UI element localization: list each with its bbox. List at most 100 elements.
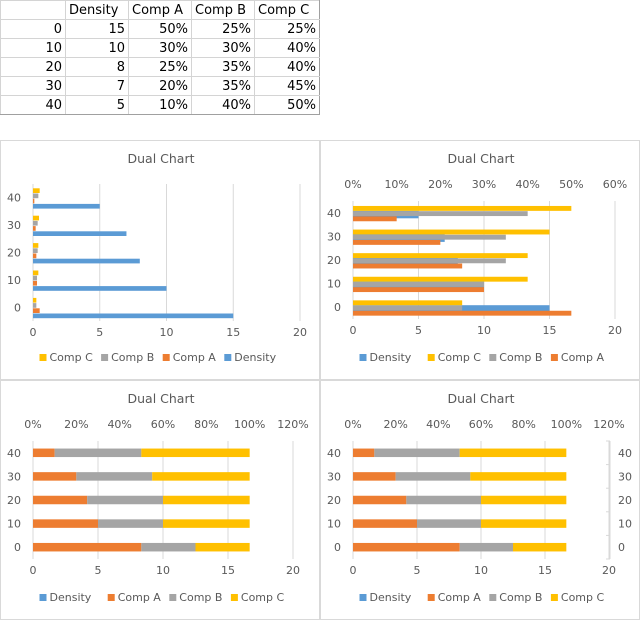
bar-comp-c[interactable]: [353, 253, 528, 259]
table-cell[interactable]: 15: [65, 19, 129, 39]
table-cell[interactable]: 25%: [191, 19, 255, 39]
chart-3-stacked-dual-axis[interactable]: Dual Chart 0 5 10 15 20 0% 20% 40% 60% 80% 100% 120%…: [0, 380, 320, 620]
table-cell[interactable]: 45%: [254, 76, 320, 96]
bar-comp-a[interactable]: [33, 253, 37, 259]
table-cell[interactable]: 7: [65, 76, 129, 96]
legend-item-comp-c[interactable]: Comp C: [550, 591, 605, 604]
legend-item-comp-a[interactable]: Comp A: [550, 351, 605, 364]
table-cell[interactable]: 8: [65, 57, 129, 77]
bar-comp-b[interactable]: [353, 305, 463, 311]
bar-comp-b[interactable]: [353, 211, 528, 217]
table-cell[interactable]: 10%: [128, 95, 192, 115]
legend-item-density[interactable]: Density: [359, 591, 412, 604]
bar-comp-b[interactable]: [374, 448, 460, 458]
bar-comp-c[interactable]: [33, 297, 37, 303]
legend-item-comp-b[interactable]: Comp B: [101, 351, 154, 364]
bar-comp-a[interactable]: [353, 239, 441, 245]
bar-comp-c[interactable]: [459, 448, 567, 458]
bar-comp-a[interactable]: [353, 216, 397, 222]
column-header[interactable]: [0, 0, 66, 20]
bar-comp-c[interactable]: [163, 519, 250, 528]
bar-comp-b[interactable]: [98, 519, 163, 528]
table-cell[interactable]: 40%: [254, 38, 320, 58]
legend-item-comp-a[interactable]: Comp A: [427, 591, 482, 604]
bar-density[interactable]: [33, 203, 100, 209]
bar-comp-b[interactable]: [54, 448, 142, 458]
bar-comp-c[interactable]: [141, 448, 250, 458]
table-cell[interactable]: 50%: [128, 19, 192, 39]
bar-comp-c[interactable]: [353, 229, 550, 235]
bar-comp-b[interactable]: [395, 472, 471, 481]
bar-comp-a[interactable]: [33, 198, 35, 204]
bar-comp-c[interactable]: [353, 205, 572, 211]
bar-comp-c[interactable]: [353, 276, 528, 282]
column-header[interactable]: Comp A: [128, 0, 192, 20]
bar-comp-c[interactable]: [481, 495, 567, 505]
bar-comp-b[interactable]: [33, 220, 38, 226]
legend-item-comp-c[interactable]: Comp C: [427, 351, 482, 364]
bar-comp-c[interactable]: [470, 472, 567, 481]
row-label-cell[interactable]: 20: [0, 57, 66, 77]
bar-density[interactable]: [33, 258, 140, 264]
bar-comp-a[interactable]: [33, 519, 98, 528]
column-header[interactable]: Density: [65, 0, 129, 20]
bar-comp-b[interactable]: [459, 542, 513, 552]
table-cell[interactable]: 50%: [254, 95, 320, 115]
column-header[interactable]: Comp B: [191, 0, 255, 20]
table-cell[interactable]: 25%: [254, 19, 320, 39]
bar-comp-c[interactable]: [33, 215, 40, 221]
bar-comp-b[interactable]: [353, 281, 484, 287]
table-cell[interactable]: 5: [65, 95, 129, 115]
bar-comp-a[interactable]: [33, 280, 38, 286]
bar-comp-a[interactable]: [33, 495, 88, 505]
chart-4-stacked-dual-axis-secondary-y[interactable]: Dual Chart 0 5 10 15 20 0% 20% 40% 60% 80% 100% 120%…: [320, 380, 640, 620]
table-cell[interactable]: 30%: [191, 38, 255, 58]
bar-comp-a[interactable]: [33, 542, 142, 552]
bar-density[interactable]: [33, 286, 167, 291]
legend-item-comp-b[interactable]: Comp B: [489, 591, 542, 604]
table-cell[interactable]: 30%: [128, 38, 192, 58]
legend-item-density[interactable]: Density: [39, 591, 92, 604]
bar-comp-a[interactable]: [33, 226, 36, 231]
table-cell[interactable]: 35%: [191, 76, 255, 96]
legend-item-comp-a[interactable]: Comp A: [162, 351, 217, 364]
table-cell[interactable]: 25%: [128, 57, 192, 77]
bar-comp-a[interactable]: [33, 472, 77, 481]
row-label-cell[interactable]: 10: [0, 38, 66, 58]
bar-comp-b[interactable]: [33, 248, 38, 253]
bar-comp-a[interactable]: [353, 519, 417, 528]
bar-comp-c[interactable]: [481, 519, 567, 528]
legend-item-comp-b[interactable]: Comp B: [169, 591, 222, 604]
bar-comp-a[interactable]: [33, 308, 40, 313]
chart-1-stacked-primary[interactable]: Dual Chart 0 5 10 15 20 0 10 20 30 40 Comp C Comp B C…: [0, 140, 320, 380]
bar-density[interactable]: [33, 313, 234, 319]
bar-comp-a[interactable]: [353, 287, 484, 293]
legend-item-comp-c[interactable]: Comp C: [230, 591, 285, 604]
bar-comp-c[interactable]: [33, 188, 40, 193]
legend-item-comp-b[interactable]: Comp B: [489, 351, 542, 364]
bar-comp-b[interactable]: [33, 303, 37, 308]
legend-item-density[interactable]: Density: [224, 351, 277, 364]
bar-comp-a[interactable]: [353, 263, 463, 269]
bar-comp-b[interactable]: [33, 193, 39, 199]
bar-comp-c[interactable]: [33, 270, 39, 276]
bar-comp-a[interactable]: [33, 448, 55, 458]
bar-comp-c[interactable]: [33, 243, 39, 248]
bar-comp-b[interactable]: [417, 519, 481, 528]
bar-comp-b[interactable]: [76, 472, 153, 481]
bar-comp-a[interactable]: [353, 310, 572, 316]
table-cell[interactable]: 40%: [254, 57, 320, 77]
bar-comp-b[interactable]: [33, 275, 38, 281]
bar-comp-b[interactable]: [353, 258, 506, 264]
bar-comp-a[interactable]: [353, 472, 396, 481]
legend-item-comp-a[interactable]: Comp A: [107, 591, 162, 604]
row-label-cell[interactable]: 40: [0, 95, 66, 115]
row-label-cell[interactable]: 0: [0, 19, 66, 39]
legend-item-comp-c[interactable]: Comp C: [39, 351, 94, 364]
bar-comp-c[interactable]: [163, 495, 250, 505]
chart-2-clustered-dual-axis[interactable]: Dual Chart 0 5 10 15 20 0% 10% 20% 30% 40% 50% 60% 0 1…: [320, 140, 640, 380]
bar-comp-a[interactable]: [353, 495, 407, 505]
table-cell[interactable]: 40%: [191, 95, 255, 115]
bar-comp-c[interactable]: [513, 542, 567, 552]
bar-comp-b[interactable]: [141, 542, 196, 552]
